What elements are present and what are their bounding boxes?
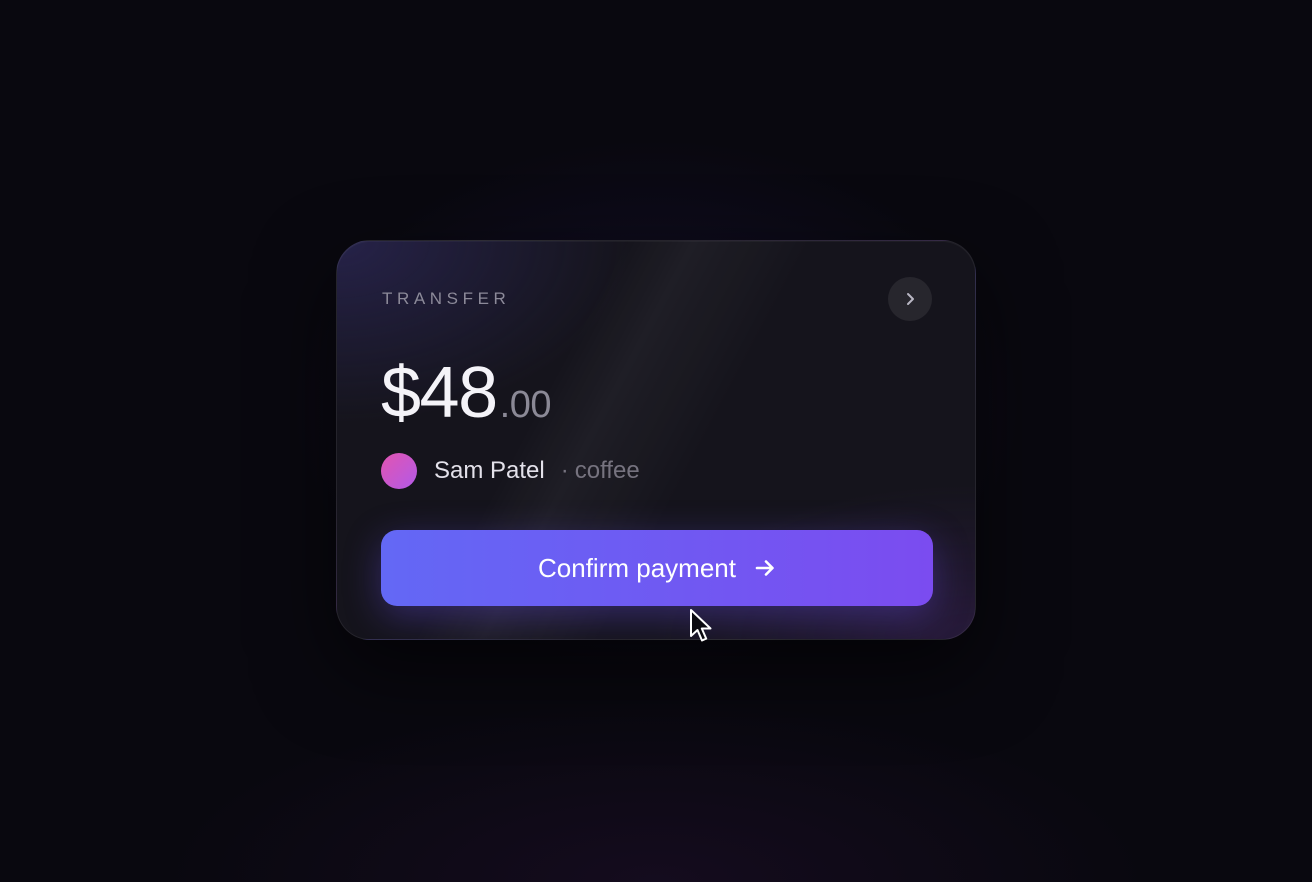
chevron-right-icon: [907, 293, 914, 305]
transfer-card: TRANSFER $48 .00 Sam Patel coffee Confir…: [336, 240, 976, 640]
payee-name: Sam Patel: [434, 457, 545, 484]
amount-cents: .00: [499, 384, 552, 426]
payee-row: Sam Patel coffee: [381, 453, 640, 489]
transfer-amount: $48 .00: [381, 357, 551, 429]
payee-note: coffee: [561, 457, 640, 485]
card-label: TRANSFER: [382, 289, 511, 308]
arrow-right-icon: [754, 557, 776, 579]
details-button[interactable]: [888, 277, 932, 321]
confirm-button-label: Confirm payment: [538, 552, 736, 583]
amount-whole: $48: [381, 353, 498, 433]
mouse-cursor-icon: [690, 609, 712, 642]
avatar: [381, 453, 417, 489]
confirm-payment-button[interactable]: Confirm payment: [381, 530, 933, 606]
